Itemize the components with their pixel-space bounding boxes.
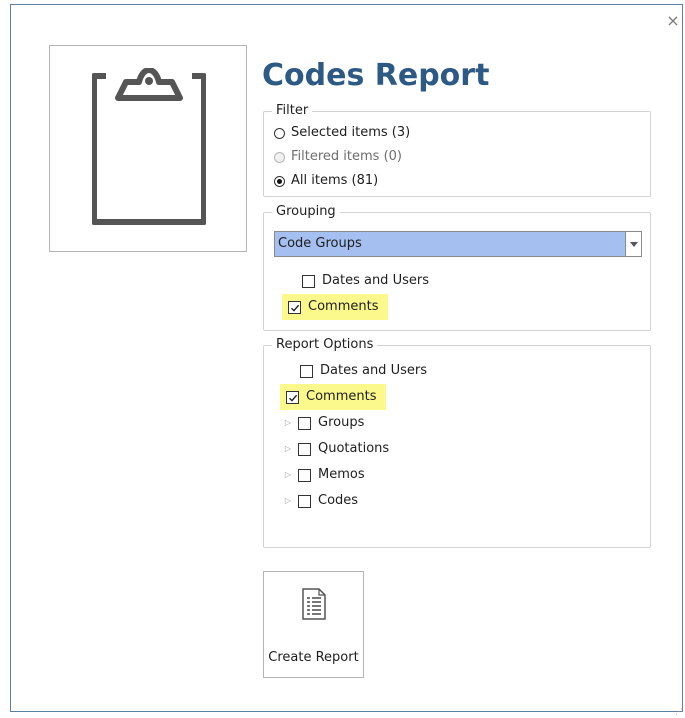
filter-option-selected[interactable]: Selected items (3): [274, 125, 410, 141]
report-option-label: Memos: [318, 467, 365, 482]
report-options-group: Report Options Dates and Users Comments …: [263, 337, 651, 548]
filter-option-label: Filtered items (0): [291, 149, 402, 164]
document-report-icon: [302, 588, 326, 620]
expand-arrow-icon[interactable]: ▷: [284, 415, 292, 431]
report-options-legend: Report Options: [272, 337, 378, 353]
checkmark-icon: [289, 394, 298, 402]
report-option-codes[interactable]: ▷ Codes: [284, 493, 358, 509]
create-report-label: Create Report: [268, 650, 359, 665]
grouping-option-dates-users[interactable]: Dates and Users: [302, 273, 429, 289]
report-option-dates-users[interactable]: Dates and Users: [300, 363, 427, 379]
checkbox[interactable]: [298, 468, 311, 482]
dialog-title: Codes Report: [262, 58, 490, 93]
checkbox[interactable]: [298, 442, 311, 456]
report-option-label: Groups: [318, 415, 365, 430]
grouping-option-comments[interactable]: Comments: [282, 294, 389, 320]
grouping-option-label: Comments: [308, 299, 379, 314]
grouping-option-label: Dates and Users: [322, 273, 429, 288]
grouping-group: Grouping Code Groups Dates and Users Com…: [263, 204, 651, 331]
clipboard-icon: [92, 68, 206, 225]
grouping-legend: Grouping: [272, 204, 340, 220]
checkbox[interactable]: [298, 416, 311, 430]
report-option-memos[interactable]: ▷ Memos: [284, 467, 365, 483]
filter-group: Filter Selected items (3) Filtered items…: [263, 103, 651, 197]
report-option-label: Dates and Users: [320, 363, 427, 378]
grouping-select-value: Code Groups: [278, 236, 362, 251]
checkmark-icon: [291, 304, 300, 312]
report-option-label: Quotations: [318, 441, 390, 456]
filter-legend: Filter: [272, 103, 313, 119]
report-option-groups[interactable]: ▷ Groups: [284, 415, 364, 431]
checkbox[interactable]: [288, 300, 301, 314]
expand-arrow-icon[interactable]: ▷: [284, 493, 292, 509]
report-option-quotations[interactable]: ▷ Quotations: [284, 441, 389, 457]
checkbox[interactable]: [300, 364, 313, 378]
report-option-label: Codes: [318, 493, 359, 508]
checkbox[interactable]: [302, 274, 315, 288]
radio-button[interactable]: [274, 175, 285, 187]
report-option-label: Comments: [306, 389, 377, 404]
filter-option-filtered: Filtered items (0): [274, 149, 402, 165]
radio-button: [274, 151, 285, 163]
resize-grip-icon[interactable]: ⋰: [675, 707, 683, 716]
grouping-select[interactable]: Code Groups: [274, 231, 642, 257]
checkbox[interactable]: [286, 390, 299, 404]
report-thumbnail: [49, 45, 247, 252]
close-icon[interactable]: ×: [666, 12, 680, 30]
expand-arrow-icon[interactable]: ▷: [284, 467, 292, 483]
chevron-down-icon[interactable]: [625, 232, 641, 256]
filter-option-label: Selected items (3): [291, 125, 411, 140]
create-report-button[interactable]: Create Report: [263, 571, 364, 678]
filter-option-label: All items (81): [291, 173, 379, 188]
radio-button[interactable]: [274, 127, 285, 139]
checkbox[interactable]: [298, 494, 311, 508]
filter-option-all[interactable]: All items (81): [274, 173, 378, 189]
expand-arrow-icon[interactable]: ▷: [284, 441, 292, 457]
report-option-comments[interactable]: Comments: [280, 384, 387, 410]
